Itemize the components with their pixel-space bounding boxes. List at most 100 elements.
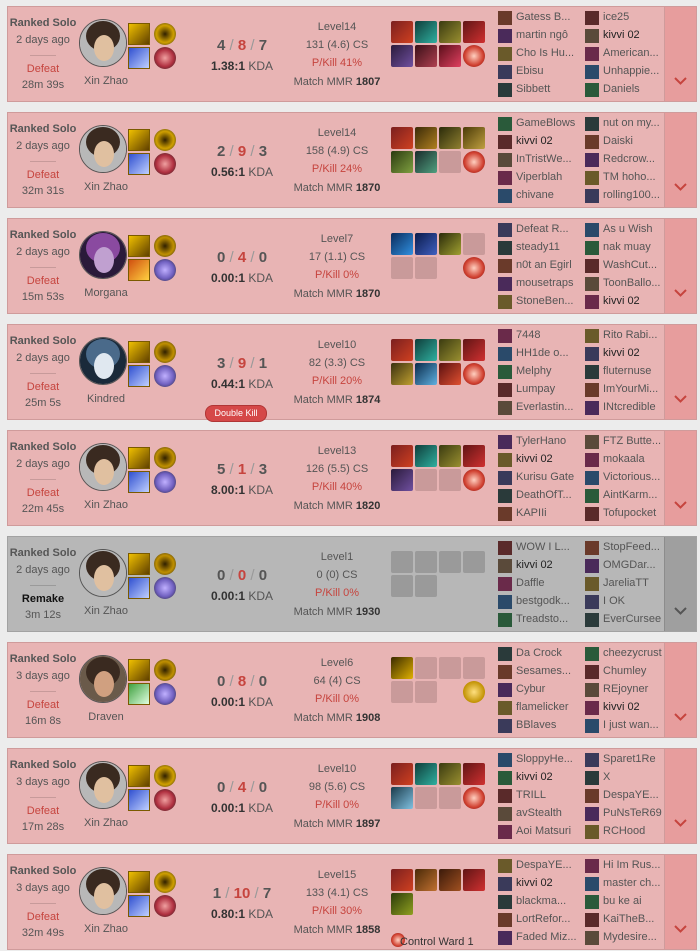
player-row[interactable]: WOW I L... bbox=[498, 540, 580, 558]
player-name[interactable]: REjoyner bbox=[603, 683, 667, 695]
player-name[interactable]: blackma... bbox=[516, 895, 580, 907]
player-row[interactable]: EverCursee bbox=[585, 612, 667, 630]
player-row[interactable]: Everlastin... bbox=[498, 400, 580, 418]
player-row[interactable]: Redcrow... bbox=[585, 152, 667, 170]
player-row[interactable]: WashCut... bbox=[585, 258, 667, 276]
expand-match-button[interactable] bbox=[664, 855, 696, 949]
player-name[interactable]: mousetraps bbox=[516, 277, 580, 289]
player-name[interactable]: X bbox=[603, 771, 667, 783]
player-name[interactable]: Victorious... bbox=[603, 471, 667, 483]
player-name[interactable]: StoneBen... bbox=[516, 295, 580, 307]
player-name[interactable]: Hi Im Rus... bbox=[603, 859, 667, 871]
player-row[interactable]: avStealth bbox=[498, 806, 580, 824]
player-row[interactable]: KaiTheB... bbox=[585, 912, 667, 930]
player-name[interactable]: TM hoho... bbox=[603, 171, 667, 183]
player-name[interactable]: fluternuse bbox=[603, 365, 667, 377]
player-name[interactable]: Daiski bbox=[603, 135, 667, 147]
player-row[interactable]: Daffle bbox=[498, 576, 580, 594]
player-row[interactable]: Rito Rabi... bbox=[585, 328, 667, 346]
player-name[interactable]: martin ngô bbox=[516, 29, 580, 41]
player-row[interactable]: Sibbett bbox=[498, 82, 580, 100]
champion-portrait[interactable] bbox=[79, 761, 127, 809]
player-row[interactable]: InTristWe... bbox=[498, 152, 580, 170]
player-name[interactable]: JareliaTT bbox=[603, 577, 667, 589]
player-row[interactable]: Ebisu bbox=[498, 64, 580, 82]
player-name[interactable]: TRILL bbox=[516, 789, 580, 801]
champion-portrait[interactable] bbox=[79, 19, 127, 67]
player-row[interactable]: ImYourMi... bbox=[585, 382, 667, 400]
player-row[interactable]: kivvi 02 bbox=[585, 294, 667, 312]
player-row[interactable]: bu ke ai bbox=[585, 894, 667, 912]
player-name[interactable]: kivvi 02 bbox=[516, 559, 580, 571]
player-row[interactable]: chivane bbox=[498, 188, 580, 206]
player-row[interactable]: Cho Is Hu... bbox=[498, 46, 580, 64]
player-row[interactable]: OMGDar... bbox=[585, 558, 667, 576]
player-row[interactable]: Faded Miz... bbox=[498, 930, 580, 948]
player-name[interactable]: Everlastin... bbox=[516, 401, 580, 413]
player-name[interactable]: bu ke ai bbox=[603, 895, 667, 907]
champion-portrait[interactable] bbox=[79, 549, 127, 597]
player-name[interactable]: EverCursee bbox=[603, 613, 667, 625]
player-name[interactable]: Kurisu Gate bbox=[516, 471, 580, 483]
player-name[interactable]: Chumley bbox=[603, 665, 667, 677]
player-name[interactable]: RCHood bbox=[603, 825, 667, 837]
player-name[interactable]: Unhappie... bbox=[603, 65, 667, 77]
champion-portrait[interactable] bbox=[79, 867, 127, 915]
player-name[interactable]: steady11 bbox=[516, 241, 580, 253]
player-row[interactable]: TRILL bbox=[498, 788, 580, 806]
player-name[interactable]: kivvi 02 bbox=[516, 135, 580, 147]
player-name[interactable]: Tofupocket bbox=[603, 507, 667, 519]
player-row[interactable]: Daiski bbox=[585, 134, 667, 152]
player-name[interactable]: FTZ Butte... bbox=[603, 435, 667, 447]
player-name[interactable]: DeathOfT... bbox=[516, 489, 580, 501]
player-name[interactable]: INtcredible bbox=[603, 401, 667, 413]
player-name[interactable]: KaiTheB... bbox=[603, 913, 667, 925]
player-row[interactable]: DespaYE... bbox=[498, 858, 580, 876]
player-name[interactable]: WashCut... bbox=[603, 259, 667, 271]
player-row[interactable]: Melphy bbox=[498, 364, 580, 382]
player-name[interactable]: Lumpay bbox=[516, 383, 580, 395]
player-row[interactable]: kivvi 02 bbox=[585, 28, 667, 46]
player-name[interactable]: Aoi Matsuri bbox=[516, 825, 580, 837]
player-row[interactable]: Victorious... bbox=[585, 470, 667, 488]
expand-match-button[interactable] bbox=[664, 537, 696, 631]
player-row[interactable]: Chumley bbox=[585, 664, 667, 682]
player-row[interactable]: KAPIIi bbox=[498, 506, 580, 524]
player-name[interactable]: kivvi 02 bbox=[516, 771, 580, 783]
player-row[interactable]: LortRefor... bbox=[498, 912, 580, 930]
expand-match-button[interactable] bbox=[664, 749, 696, 843]
player-name[interactable]: bestgodk... bbox=[516, 595, 580, 607]
player-row[interactable]: Tofupocket bbox=[585, 506, 667, 524]
player-row[interactable]: n0t an Egirl bbox=[498, 258, 580, 276]
player-row[interactable]: StopFeed... bbox=[585, 540, 667, 558]
player-row[interactable]: Mydesire... bbox=[585, 930, 667, 948]
player-row[interactable]: bestgodk... bbox=[498, 594, 580, 612]
player-row[interactable]: kivvi 02 bbox=[498, 876, 580, 894]
player-row[interactable]: kivvi 02 bbox=[498, 558, 580, 576]
player-row[interactable]: BBlaves bbox=[498, 718, 580, 736]
player-name[interactable]: OMGDar... bbox=[603, 559, 667, 571]
player-row[interactable]: TylerHano bbox=[498, 434, 580, 452]
player-name[interactable]: I just wan... bbox=[603, 719, 667, 731]
expand-match-button[interactable] bbox=[664, 113, 696, 207]
player-name[interactable]: BBlaves bbox=[516, 719, 580, 731]
player-name[interactable]: Redcrow... bbox=[603, 153, 667, 165]
player-row[interactable]: AintKarm... bbox=[585, 488, 667, 506]
player-row[interactable]: As u Wish bbox=[585, 222, 667, 240]
player-name[interactable]: Sesames... bbox=[516, 665, 580, 677]
player-name[interactable]: Melphy bbox=[516, 365, 580, 377]
player-row[interactable]: TM hoho... bbox=[585, 170, 667, 188]
player-row[interactable]: Lumpay bbox=[498, 382, 580, 400]
player-row[interactable]: mousetraps bbox=[498, 276, 580, 294]
player-row[interactable]: rolling100... bbox=[585, 188, 667, 206]
player-row[interactable]: ToonBallo... bbox=[585, 276, 667, 294]
player-row[interactable]: I just wan... bbox=[585, 718, 667, 736]
player-name[interactable]: Mydesire... bbox=[603, 931, 667, 943]
player-name[interactable]: Cybur bbox=[516, 683, 580, 695]
player-name[interactable]: Da Crock bbox=[516, 647, 580, 659]
player-row[interactable]: FTZ Butte... bbox=[585, 434, 667, 452]
player-name[interactable]: flamelicker bbox=[516, 701, 580, 713]
player-row[interactable]: DespaYE... bbox=[585, 788, 667, 806]
player-name[interactable]: ToonBallo... bbox=[603, 277, 667, 289]
player-row[interactable]: RCHood bbox=[585, 824, 667, 842]
